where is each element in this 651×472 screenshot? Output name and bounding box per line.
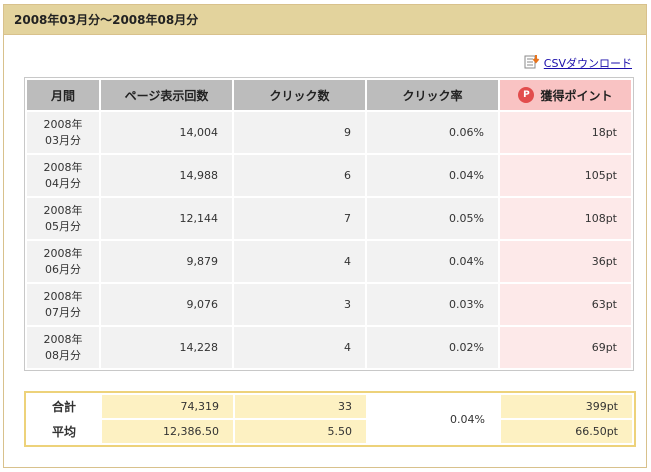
month-cell: 2008年 06月分 <box>27 241 99 282</box>
average-page-views: 12,386.50 <box>102 420 233 443</box>
click-rate-cell: 0.02% <box>367 327 498 368</box>
clicks-cell: 7 <box>234 198 365 239</box>
month-year: 2008年 <box>43 203 83 217</box>
month-month: 08月分 <box>45 348 81 362</box>
points-cell: 105pt <box>500 155 631 196</box>
points-cell: 36pt <box>500 241 631 282</box>
month-year: 2008年 <box>43 160 83 174</box>
click-rate-cell: 0.06% <box>367 112 498 153</box>
month-year: 2008年 <box>43 246 83 260</box>
clicks-cell: 3 <box>234 284 365 325</box>
table-row: 2008年 08月分 14,228 4 0.02% 69pt <box>27 327 631 368</box>
points-cell: 18pt <box>500 112 631 153</box>
month-cell: 2008年 05月分 <box>27 198 99 239</box>
average-label: 平均 <box>28 420 100 443</box>
document-download-icon <box>524 54 540 73</box>
month-cell: 2008年 07月分 <box>27 284 99 325</box>
month-month: 04月分 <box>45 176 81 190</box>
points-cell: 63pt <box>500 284 631 325</box>
month-year: 2008年 <box>43 289 83 303</box>
clicks-cell: 4 <box>234 327 365 368</box>
total-label: 合計 <box>28 395 100 418</box>
total-points: 399pt <box>501 395 632 418</box>
month-cell: 2008年 04月分 <box>27 155 99 196</box>
month-year: 2008年 <box>43 117 83 131</box>
clicks-cell: 9 <box>234 112 365 153</box>
csv-download-link[interactable]: CSVダウンロード <box>524 53 632 73</box>
table-header-row: 月間 ページ表示回数 クリック数 クリック率 P 獲得ポイント <box>27 80 631 110</box>
table-row: 2008年 04月分 14,988 6 0.04% 105pt <box>27 155 631 196</box>
column-header-clicks: クリック数 <box>234 80 365 110</box>
total-row: 合計 74,319 33 0.04% 399pt <box>28 395 632 443</box>
points-cell: 69pt <box>500 327 631 368</box>
summary-click-rate: 0.04% <box>368 395 499 443</box>
table-row: 2008年 06月分 9,879 4 0.04% 36pt <box>27 241 631 282</box>
month-month: 06月分 <box>45 262 81 276</box>
clicks-cell: 6 <box>234 155 365 196</box>
csv-download-label[interactable]: CSVダウンロード <box>544 55 632 71</box>
points-cell: 108pt <box>500 198 631 239</box>
total-page-views: 74,319 <box>102 395 233 418</box>
monthly-stats-table: 月間 ページ表示回数 クリック数 クリック率 P 獲得ポイント 2008年 03月… <box>24 77 634 371</box>
month-month: 07月分 <box>45 305 81 319</box>
total-clicks: 33 <box>235 395 366 418</box>
period-title: 2008年03月分～2008年08月分 <box>4 5 646 35</box>
click-rate-cell: 0.05% <box>367 198 498 239</box>
clicks-cell: 4 <box>234 241 365 282</box>
page-views-cell: 14,228 <box>101 327 232 368</box>
page-views-cell: 14,988 <box>101 155 232 196</box>
column-header-points-label: 獲得ポイント <box>540 88 613 103</box>
page-views-cell: 12,144 <box>101 198 232 239</box>
report-panel: 2008年03月分～2008年08月分 CSVダウンロード 月間 ページ表示回数… <box>3 4 647 468</box>
summary-table: 合計 74,319 33 0.04% 399pt 平均 12,386.50 5.… <box>24 391 636 447</box>
table-row: 2008年 03月分 14,004 9 0.06% 18pt <box>27 112 631 153</box>
month-cell: 2008年 08月分 <box>27 327 99 368</box>
points-icon: P <box>518 87 535 104</box>
page-views-cell: 14,004 <box>101 112 232 153</box>
page-views-cell: 9,076 <box>101 284 232 325</box>
column-header-month: 月間 <box>27 80 99 110</box>
click-rate-cell: 0.03% <box>367 284 498 325</box>
click-rate-cell: 0.04% <box>367 241 498 282</box>
average-clicks: 5.50 <box>235 420 366 443</box>
average-points: 66.50pt <box>501 420 632 443</box>
column-header-page-views: ページ表示回数 <box>101 80 232 110</box>
table-row: 2008年 05月分 12,144 7 0.05% 108pt <box>27 198 631 239</box>
month-month: 03月分 <box>45 133 81 147</box>
month-year: 2008年 <box>43 332 83 346</box>
column-header-click-rate: クリック率 <box>367 80 498 110</box>
column-header-points: P 獲得ポイント <box>500 80 631 110</box>
average-row: 平均 12,386.50 5.50 66.50pt <box>28 420 632 443</box>
page-views-cell: 9,879 <box>101 241 232 282</box>
month-cell: 2008年 03月分 <box>27 112 99 153</box>
table-row: 2008年 07月分 9,076 3 0.03% 63pt <box>27 284 631 325</box>
click-rate-cell: 0.04% <box>367 155 498 196</box>
month-month: 05月分 <box>45 219 81 233</box>
